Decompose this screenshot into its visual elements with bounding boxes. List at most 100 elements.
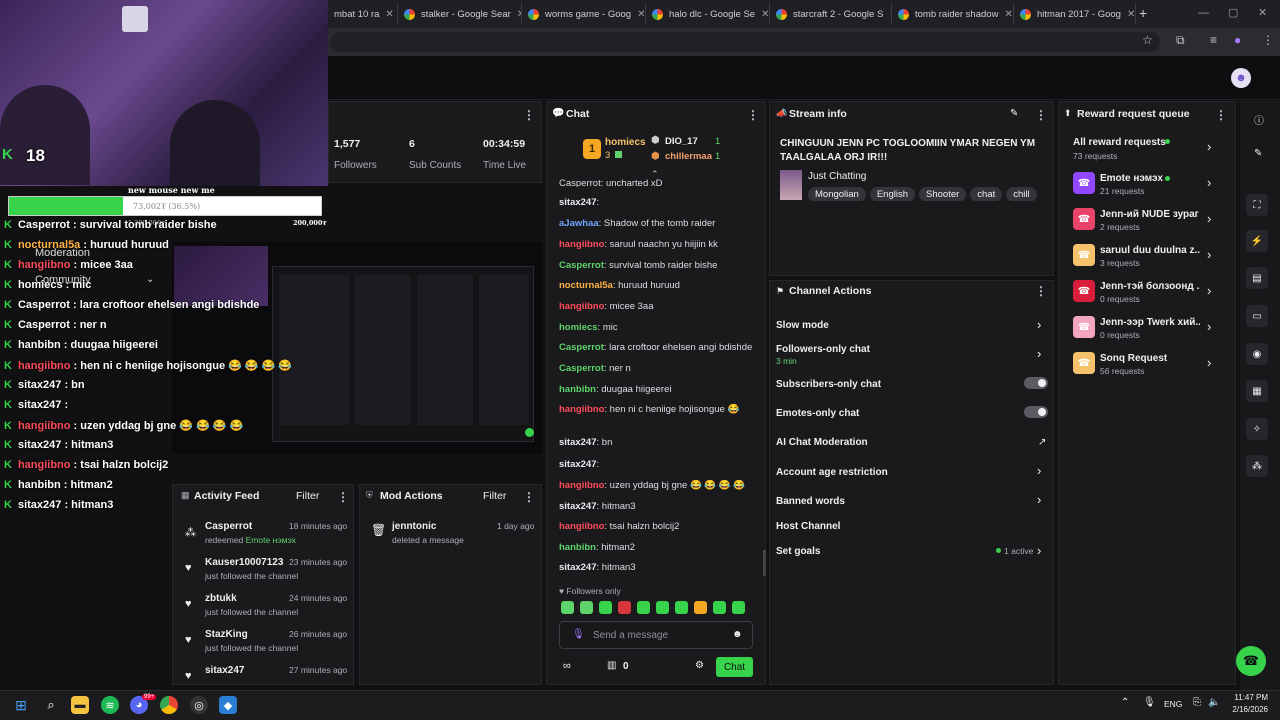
browser-tab[interactable]: starcraft 2 - Google S✕ (770, 3, 892, 25)
chat-username[interactable]: hanbibn (559, 542, 596, 553)
layout-icon[interactable]: ▦ (1246, 380, 1268, 402)
kebab-menu-icon[interactable]: ⋮ (1035, 284, 1047, 298)
followers-only-row[interactable]: Followers-only chat (776, 344, 870, 355)
tray-mic-icon[interactable]: 🎙 (1143, 697, 1156, 708)
close-icon[interactable]: ✕ (1127, 9, 1135, 20)
network-icon[interactable]: ⎘ (1193, 697, 1201, 708)
send-chat-button[interactable]: Chat (716, 657, 753, 677)
user-avatar[interactable]: ☻ (1231, 68, 1251, 88)
account-age-row[interactable]: Account age restriction (776, 467, 888, 478)
emote-icon[interactable] (599, 601, 612, 614)
kebab-menu-icon[interactable]: ⋮ (523, 108, 535, 122)
kebab-menu-icon[interactable]: ⋮ (523, 490, 535, 504)
reward-name[interactable]: Jenn-ий NUDE зураг (1100, 209, 1199, 220)
emote-icon[interactable] (561, 601, 574, 614)
new-tab-button[interactable]: + (1139, 5, 1147, 21)
reward-name[interactable]: Jenn-ээр Twerk хий... (1100, 317, 1200, 328)
media-icon[interactable]: ≡ (1210, 33, 1217, 47)
chat-username[interactable]: hanbibn (559, 384, 596, 395)
tag[interactable]: chill (1006, 187, 1037, 201)
slow-mode-row[interactable]: Slow mode (776, 320, 829, 331)
chevron-right-icon[interactable]: › (1037, 463, 1041, 478)
chat-username[interactable]: sitax247 (559, 459, 597, 470)
browser-tab[interactable]: hitman 2017 - Goog ✕ (1014, 3, 1136, 25)
feed-username[interactable]: StazKing (205, 629, 248, 640)
emote-icon[interactable] (656, 601, 669, 614)
reward-name[interactable]: Sonq Request (1100, 353, 1167, 364)
app-icon[interactable]: ◆ (219, 696, 237, 714)
info-icon[interactable]: ⓘ (1254, 112, 1264, 127)
emote-icon[interactable] (580, 601, 593, 614)
volume-icon[interactable]: 🔈 (1208, 697, 1220, 708)
tag[interactable]: Mongolian (808, 187, 866, 201)
feed-username[interactable]: Kauser10007123 (205, 557, 283, 568)
chrome-icon[interactable] (160, 696, 178, 714)
feed-username[interactable]: Casperrot (205, 521, 252, 532)
note-icon[interactable]: ▤ (1246, 267, 1268, 289)
address-bar[interactable] (330, 32, 1160, 52)
extensions-dock-icon[interactable]: ⁂ (1246, 455, 1268, 477)
steam-icon[interactable]: ◎ (190, 696, 208, 714)
feed-filter-button[interactable]: Filter (296, 490, 319, 502)
chat-username[interactable]: hangiibno (559, 404, 604, 415)
emote-icon[interactable] (732, 601, 745, 614)
tag[interactable]: chat (970, 187, 1003, 201)
settings-gear-icon[interactable]: ⚙ (695, 660, 704, 671)
chevron-right-icon[interactable]: › (1037, 317, 1041, 332)
emote-icon[interactable] (694, 601, 707, 614)
emote-icon[interactable] (713, 601, 726, 614)
emote-icon[interactable] (618, 601, 631, 614)
emotes-only-toggle[interactable] (1024, 406, 1048, 418)
chat-username[interactable]: sitax247 (559, 197, 597, 208)
chevron-right-icon[interactable]: › (1207, 283, 1211, 298)
chevron-right-icon[interactable]: › (1207, 355, 1211, 370)
browser-menu-icon[interactable]: ⋮ (1262, 33, 1274, 47)
emoji-icon[interactable]: ☻ (732, 629, 743, 640)
feed-username[interactable]: zbtukk (205, 593, 237, 604)
mod-filter-button[interactable]: Filter (483, 490, 506, 502)
browser-tab[interactable]: stalker - Google Sear✕ (398, 3, 522, 25)
profile-icon[interactable]: ● (1234, 33, 1241, 47)
emote-icon[interactable] (675, 601, 688, 614)
ai-moderation-row[interactable]: AI Chat Moderation (776, 437, 868, 448)
banned-words-row[interactable]: Banned words (776, 496, 845, 507)
edit-icon[interactable]: ✎ (1254, 148, 1262, 159)
wrench-icon[interactable]: ✧ (1246, 418, 1268, 440)
chat-username[interactable]: sitax247 (559, 562, 597, 573)
chat-username[interactable]: aJawhaa (559, 218, 599, 229)
infinity-icon[interactable]: ∞ (563, 660, 571, 672)
close-icon[interactable]: ✕ (761, 9, 769, 20)
close-window-icon[interactable]: ✕ (1258, 6, 1267, 19)
language-indicator[interactable]: ENG (1164, 699, 1182, 709)
chat-icon[interactable]: ▭ (1246, 305, 1268, 327)
chevron-right-icon[interactable]: › (1207, 139, 1211, 154)
reward-name[interactable]: Jenn-тэй болзоонд ... (1100, 281, 1200, 292)
chat-username[interactable]: sitax247 (559, 437, 597, 448)
tray-expand-icon[interactable]: ⌃ (1121, 697, 1129, 708)
extensions-icon[interactable]: ⧉ (1176, 33, 1185, 48)
browser-tab[interactable]: tomb raider shadow ✕ (892, 3, 1014, 25)
minimize-icon[interactable]: — (1198, 7, 1209, 19)
file-explorer-icon[interactable]: ▬ (71, 696, 89, 714)
bookmark-star-icon[interactable]: ☆ (1142, 33, 1153, 47)
clock-date[interactable]: 2/16/2026 (1224, 705, 1268, 714)
chevron-right-icon[interactable]: › (1207, 247, 1211, 262)
close-icon[interactable]: ✕ (637, 9, 645, 20)
chat-scrollbar[interactable] (763, 550, 766, 576)
spotify-icon[interactable]: ≋ (101, 696, 119, 714)
close-icon[interactable]: ✕ (385, 9, 393, 20)
tag[interactable]: English (869, 187, 916, 201)
chevron-right-icon[interactable]: › (1037, 543, 1041, 558)
chevron-right-icon[interactable]: › (1207, 319, 1211, 334)
help-chat-icon[interactable]: ☎ (1236, 646, 1266, 676)
edit-pencil-icon[interactable]: ✎ (1010, 108, 1018, 119)
chat-username[interactable]: sitax247 (559, 501, 597, 512)
lightning-icon[interactable]: ⚡ (1246, 230, 1268, 252)
browser-tab[interactable]: mbat 10 ra ✕ (328, 3, 398, 25)
tag[interactable]: Shooter (919, 187, 967, 201)
windows-start-icon[interactable]: ⊞ (12, 696, 30, 714)
category-name[interactable]: Just Chatting (808, 171, 866, 182)
kebab-menu-icon[interactable]: ⋮ (1035, 108, 1047, 122)
emote-icon[interactable] (637, 601, 650, 614)
chat-username[interactable]: hangiibno (559, 239, 604, 250)
